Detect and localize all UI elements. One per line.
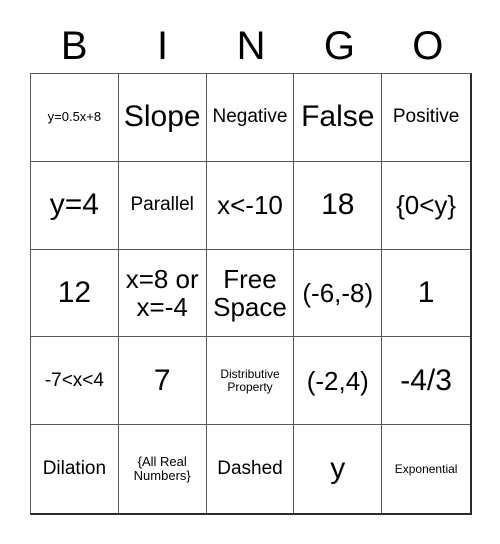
header-letter-n: N <box>236 23 266 68</box>
bingo-cell[interactable]: Dilation <box>31 425 119 513</box>
header-letter-o: O <box>412 23 444 68</box>
bingo-cell[interactable]: False <box>294 74 383 162</box>
bingo-cell[interactable]: -7<x<4 <box>31 337 119 426</box>
bingo-cell[interactable]: Dashed <box>206 425 295 513</box>
bingo-cell[interactable]: 18 <box>294 161 383 250</box>
bingo-cell-label: (-6,-8) <box>302 277 374 308</box>
bingo-cell-label: Dashed <box>217 457 283 479</box>
bingo-cell[interactable]: y <box>294 425 383 513</box>
bingo-cell-label: y=4 <box>49 188 99 221</box>
bingo-cell-label: Distributive Property <box>220 366 280 394</box>
bingo-cell-label: -7<x<4 <box>44 369 104 391</box>
bingo-cell-label: Negative <box>212 106 288 128</box>
header-letter-b: B <box>60 23 88 68</box>
bingo-cell[interactable]: y=0.5x+8 <box>31 74 119 162</box>
bingo-cell[interactable]: {All Real Numbers} <box>118 425 207 513</box>
bingo-cell-label: Parallel <box>130 193 194 215</box>
bingo-cell[interactable]: Negative <box>206 74 295 162</box>
bingo-cell-label: False <box>301 100 375 134</box>
bingo-cell-label: 1 <box>417 275 435 309</box>
bingo-cell-label: y=0.5x+8 <box>47 109 102 125</box>
bingo-cell-label: Free Space <box>213 263 287 322</box>
bingo-cell[interactable]: Positive <box>382 74 470 162</box>
bingo-cell[interactable]: y=4 <box>31 161 119 250</box>
bingo-cell[interactable]: Exponential <box>382 425 470 513</box>
bingo-cell-label: 12 <box>57 275 92 309</box>
bingo-cell[interactable]: x=8 or x=-4 <box>118 249 207 338</box>
bingo-cell[interactable]: (-2,4) <box>294 337 383 426</box>
bingo-cell[interactable]: (-6,-8) <box>294 249 383 338</box>
bingo-cell-label: 18 <box>321 188 355 221</box>
bingo-cell-label: x=8 or x=-4 <box>125 263 199 322</box>
bingo-cell-label: y <box>330 451 346 485</box>
bingo-cell-label: Dilation <box>42 457 107 479</box>
bingo-header: B I N G O <box>30 18 472 73</box>
header-letter-i: I <box>157 23 169 68</box>
bingo-cell[interactable]: Parallel <box>118 161 207 250</box>
bingo-cell-label: 7 <box>153 363 171 397</box>
bingo-cell[interactable]: -4/3 <box>382 337 470 426</box>
bingo-cell[interactable]: Distributive Property <box>206 337 295 426</box>
bingo-cell-label: Positive <box>392 106 460 128</box>
bingo-cell[interactable]: 12 <box>31 249 119 338</box>
bingo-cell-label: Exponential <box>394 461 458 476</box>
header-letter-g: G <box>323 23 355 68</box>
bingo-cell-free-space[interactable]: Free Space <box>206 249 295 338</box>
bingo-cell[interactable]: 1 <box>382 249 470 338</box>
bingo-cell-label: (-2,4) <box>306 365 369 396</box>
bingo-cell-label: {All Real Numbers} <box>133 454 191 484</box>
bingo-cell-label: Slope <box>123 100 201 134</box>
bingo-cell-label: {0<y} <box>396 190 457 221</box>
bingo-cell[interactable]: Slope <box>118 74 207 162</box>
bingo-cell[interactable]: x<-10 <box>206 161 295 250</box>
bingo-cell[interactable]: {0<y} <box>382 161 470 250</box>
bingo-cell[interactable]: 7 <box>118 337 207 426</box>
bingo-grid: y=0.5x+8 Slope Negative False Positive y… <box>30 73 472 515</box>
bingo-cell-label: -4/3 <box>400 363 452 397</box>
bingo-cell-label: x<-10 <box>217 190 283 221</box>
bingo-card: B I N G O y=0.5x+8 Slope Negative False … <box>0 0 500 544</box>
